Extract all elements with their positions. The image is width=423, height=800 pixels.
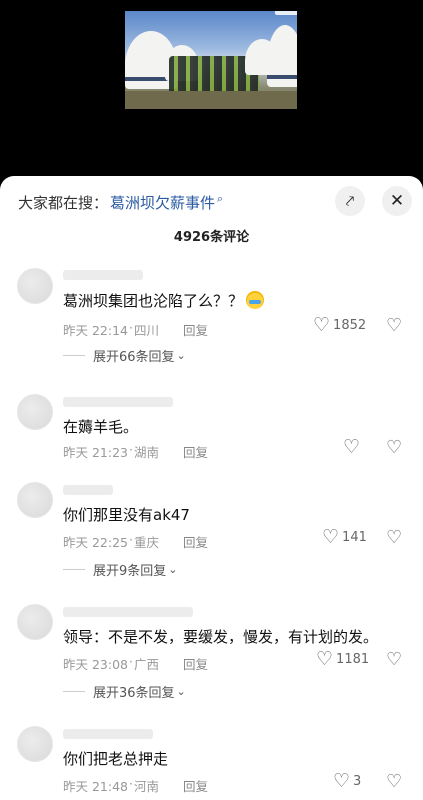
comment-time: 昨天 21:48 [63, 779, 128, 794]
like-count: 1181 [336, 652, 370, 667]
expand-replies-label: 展开9条回复 [93, 564, 167, 579]
like-button[interactable]: ♡ 141 [322, 528, 367, 547]
video-area[interactable] [0, 0, 423, 176]
chevron-down-icon: ⌄ [176, 685, 186, 698]
comment-meta: 昨天 21:48 · 河南 回复 [63, 776, 209, 795]
like-count: 3 [353, 774, 362, 789]
reply-button[interactable]: 回复 [183, 532, 208, 551]
comment-text: 你们那里没有ak47 [63, 506, 190, 524]
comment-text: 葛洲坝集团也沦陷了么？？ [63, 290, 265, 311]
avatar[interactable] [17, 604, 53, 640]
comment-meta: 昨天 23:08 · 广西 回复 [63, 654, 209, 673]
heart-icon: ♡ [313, 314, 331, 336]
username-redacted[interactable] [63, 270, 143, 280]
video-thumbnail[interactable] [125, 11, 297, 109]
heart-icon: ♡ [322, 526, 340, 548]
comment-text: 领导：不是不发，要缓发，慢发，有计划的发。 [63, 628, 379, 646]
avatar[interactable] [17, 726, 53, 762]
expand-replies[interactable]: 展开66条回复 ⌄ [63, 346, 186, 365]
heart-icon: ♡ [333, 770, 351, 792]
search-term-link[interactable]: 葛洲坝欠薪事件 [110, 192, 215, 213]
expand-replies[interactable]: 展开9条回复 ⌄ [63, 560, 178, 579]
comment-meta: 昨天 22:25 · 重庆 回复 [63, 532, 209, 551]
comment-location: 重庆 [133, 535, 159, 550]
reply-button[interactable]: 回复 [183, 442, 208, 461]
like-button[interactable]: ♡ 3 [333, 772, 361, 791]
like-button[interactable]: ♡ 1852 [313, 316, 366, 335]
comment-time: 昨天 22:14 [63, 323, 128, 338]
crying-laughing-emoji-icon [246, 291, 265, 309]
comment-meta: 昨天 22:14 · 四川 回复 [63, 320, 209, 339]
reply-button[interactable]: 回复 [183, 776, 208, 795]
username-redacted[interactable] [63, 607, 193, 617]
chevron-down-icon: ⌄ [168, 563, 178, 576]
search-suggestion[interactable]: 大家都在搜： 葛洲坝欠薪事件 ⌕ [18, 190, 223, 214]
comment-time: 昨天 22:25 [63, 535, 128, 550]
comment-time: 昨天 21:23 [63, 445, 128, 460]
comment-text: 在薅羊毛。 [63, 418, 139, 436]
comment-location: 广西 [133, 657, 159, 672]
like-count: 141 [342, 530, 367, 545]
broken-heart-icon[interactable]: ♡ [386, 529, 402, 547]
search-prefix: 大家都在搜： [18, 193, 109, 212]
username-redacted[interactable] [63, 397, 173, 407]
broken-heart-icon[interactable]: ♡ [386, 773, 402, 791]
like-button[interactable]: ♡ 1181 [316, 650, 369, 669]
expand-replies-label: 展开36条回复 [93, 686, 175, 701]
like-button[interactable]: ♡ [343, 438, 363, 457]
reply-button[interactable]: 回复 [183, 654, 208, 673]
broken-heart-icon[interactable]: ♡ [386, 439, 402, 457]
broken-heart-icon[interactable]: ♡ [386, 317, 402, 335]
avatar[interactable] [17, 394, 53, 430]
like-count: 1852 [333, 318, 367, 333]
close-icon[interactable]: ✕ [382, 186, 412, 216]
username-redacted[interactable] [63, 485, 113, 495]
broken-heart-icon[interactable]: ♡ [386, 651, 402, 669]
comment-sheet: 大家都在搜： 葛洲坝欠薪事件 ⌕ ⤤ ✕ 4926条评论 葛洲坝集团也沦陷了么？… [0, 176, 423, 800]
comment-location: 河南 [133, 779, 159, 794]
comment-time: 昨天 23:08 [63, 657, 128, 672]
reply-button[interactable]: 回复 [183, 320, 208, 339]
expand-replies-label: 展开66条回复 [93, 350, 175, 365]
comment-count: 4926条评论 [173, 230, 250, 245]
yurt-shape [267, 25, 297, 87]
comment-location: 四川 [133, 323, 159, 338]
chevron-down-icon: ⌄ [176, 349, 186, 362]
expand-replies[interactable]: 展开36条回复 ⌄ [63, 682, 186, 701]
search-icon: ⌕ [217, 192, 224, 205]
avatar[interactable] [17, 268, 53, 304]
collapse-arrows-icon[interactable]: ⤤ [335, 186, 365, 216]
heart-icon: ♡ [343, 436, 361, 458]
video-caption-overlay [275, 11, 297, 15]
comment-location: 湖南 [133, 445, 159, 460]
avatar[interactable] [17, 482, 53, 518]
username-redacted[interactable] [63, 729, 153, 739]
comment-text: 你们把老总押走 [63, 750, 169, 768]
ground [125, 91, 297, 109]
heart-icon: ♡ [316, 648, 334, 670]
comment-meta: 昨天 21:23 · 湖南 回复 [63, 442, 209, 461]
